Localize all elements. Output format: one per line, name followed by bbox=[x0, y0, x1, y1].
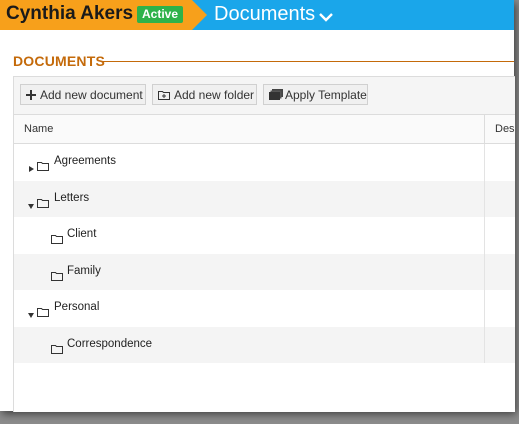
column-divider[interactable] bbox=[484, 115, 485, 143]
document-tree: Agreements Letters Client Family Personal Cor… bbox=[14, 144, 515, 363]
tree-row[interactable]: Client bbox=[14, 217, 515, 254]
folder-icon bbox=[51, 266, 63, 285]
folder-label[interactable]: Agreements bbox=[54, 155, 116, 167]
apply-template-button[interactable]: Apply Template bbox=[263, 84, 368, 105]
caret-down-icon[interactable] bbox=[27, 195, 35, 209]
folder-label[interactable]: Family bbox=[67, 265, 101, 277]
column-header-name[interactable]: Name bbox=[24, 123, 53, 135]
section-title: DOCUMENTS bbox=[13, 53, 106, 69]
folder-icon bbox=[37, 302, 49, 321]
documents-toolbar: Add new document Add new folder Apply Te… bbox=[14, 77, 515, 115]
app-header: Cynthia Akers Active Documents bbox=[0, 0, 514, 30]
grid-header: Name Des bbox=[14, 115, 515, 144]
add-folder-label: Add new folder bbox=[174, 87, 255, 102]
person-name[interactable]: Cynthia Akers bbox=[6, 3, 133, 25]
tree-row[interactable]: Agreements bbox=[14, 144, 515, 181]
status-badge: Active bbox=[137, 6, 184, 23]
documents-panel: Add new document Add new folder Apply Te… bbox=[13, 76, 515, 412]
column-divider bbox=[484, 253, 485, 290]
section-header: DOCUMENTS bbox=[13, 53, 514, 71]
folder-icon bbox=[51, 339, 63, 358]
section-divider bbox=[103, 61, 514, 62]
folder-label[interactable]: Client bbox=[67, 228, 96, 240]
tree-row[interactable]: Family bbox=[14, 253, 515, 290]
template-icon bbox=[269, 89, 283, 100]
folder-label[interactable]: Personal bbox=[54, 301, 99, 313]
column-divider bbox=[484, 144, 485, 181]
folder-icon bbox=[37, 156, 49, 175]
folder-icon bbox=[37, 193, 49, 212]
folder-label[interactable]: Letters bbox=[54, 192, 89, 204]
tree-row[interactable]: Letters bbox=[14, 180, 515, 217]
column-divider bbox=[484, 326, 485, 363]
column-divider bbox=[484, 290, 485, 327]
caret-right-icon[interactable] bbox=[27, 158, 35, 172]
folder-plus-icon bbox=[158, 90, 170, 100]
main-window: Cynthia Akers Active Documents DOCUMENTS… bbox=[0, 0, 515, 412]
folder-label[interactable]: Correspondence bbox=[67, 338, 152, 350]
caret-down-icon[interactable] bbox=[27, 304, 35, 318]
chevron-down-icon[interactable] bbox=[318, 9, 334, 28]
folder-icon bbox=[51, 229, 63, 248]
tree-row[interactable]: Personal bbox=[14, 290, 515, 327]
breadcrumb-separator bbox=[192, 0, 207, 30]
column-divider bbox=[484, 180, 485, 217]
column-header-description[interactable]: Des bbox=[495, 123, 515, 135]
breadcrumb-title[interactable]: Documents bbox=[214, 3, 315, 26]
tree-row[interactable]: Correspondence bbox=[14, 326, 515, 363]
apply-template-label: Apply Template bbox=[285, 87, 367, 102]
add-folder-button[interactable]: Add new folder bbox=[152, 84, 257, 105]
add-document-button[interactable]: Add new document bbox=[20, 84, 146, 105]
column-divider bbox=[484, 217, 485, 254]
add-document-label: Add new document bbox=[40, 87, 143, 102]
plus-icon bbox=[26, 89, 36, 100]
